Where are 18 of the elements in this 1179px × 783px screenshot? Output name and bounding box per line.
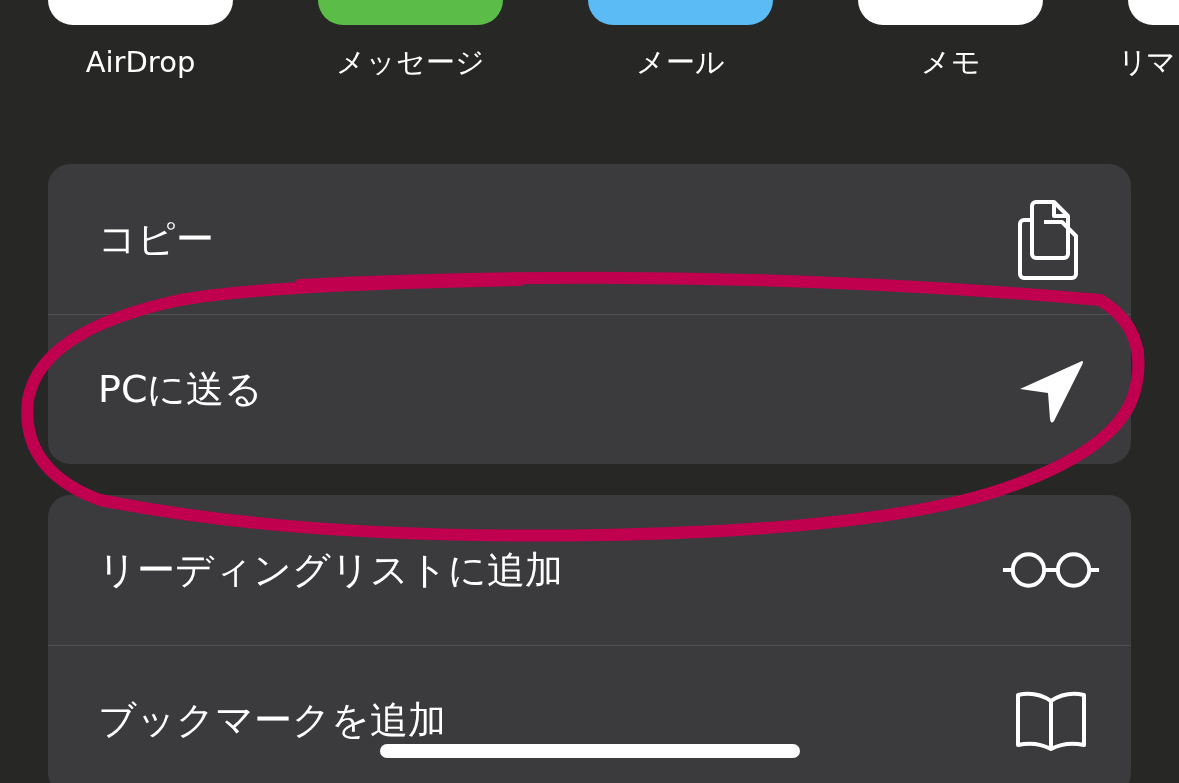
app-label: メモ [920,44,981,81]
app-icon[interactable] [588,0,773,25]
glasses-icon [1001,550,1101,590]
app-icon[interactable] [318,0,503,25]
action-row[interactable]: コピー [48,164,1131,314]
app-label: メール [636,44,725,81]
action-label: リーディングリストに追加 [98,546,563,594]
app-label: メッセージ [336,44,485,81]
action-row[interactable]: PCに送る [48,314,1131,464]
action-label: ブックマークを追加 [98,697,446,744]
app-label: AirDrop [85,44,196,81]
app-icon[interactable] [858,0,1043,25]
app-icon[interactable] [48,0,233,25]
app-label: リマ [1118,44,1174,81]
action-label: コピー [98,215,214,263]
action-row[interactable]: リーディングリストに追加 [48,495,1131,645]
book-icon [1014,690,1088,751]
action-label: PCに送る [98,366,264,413]
